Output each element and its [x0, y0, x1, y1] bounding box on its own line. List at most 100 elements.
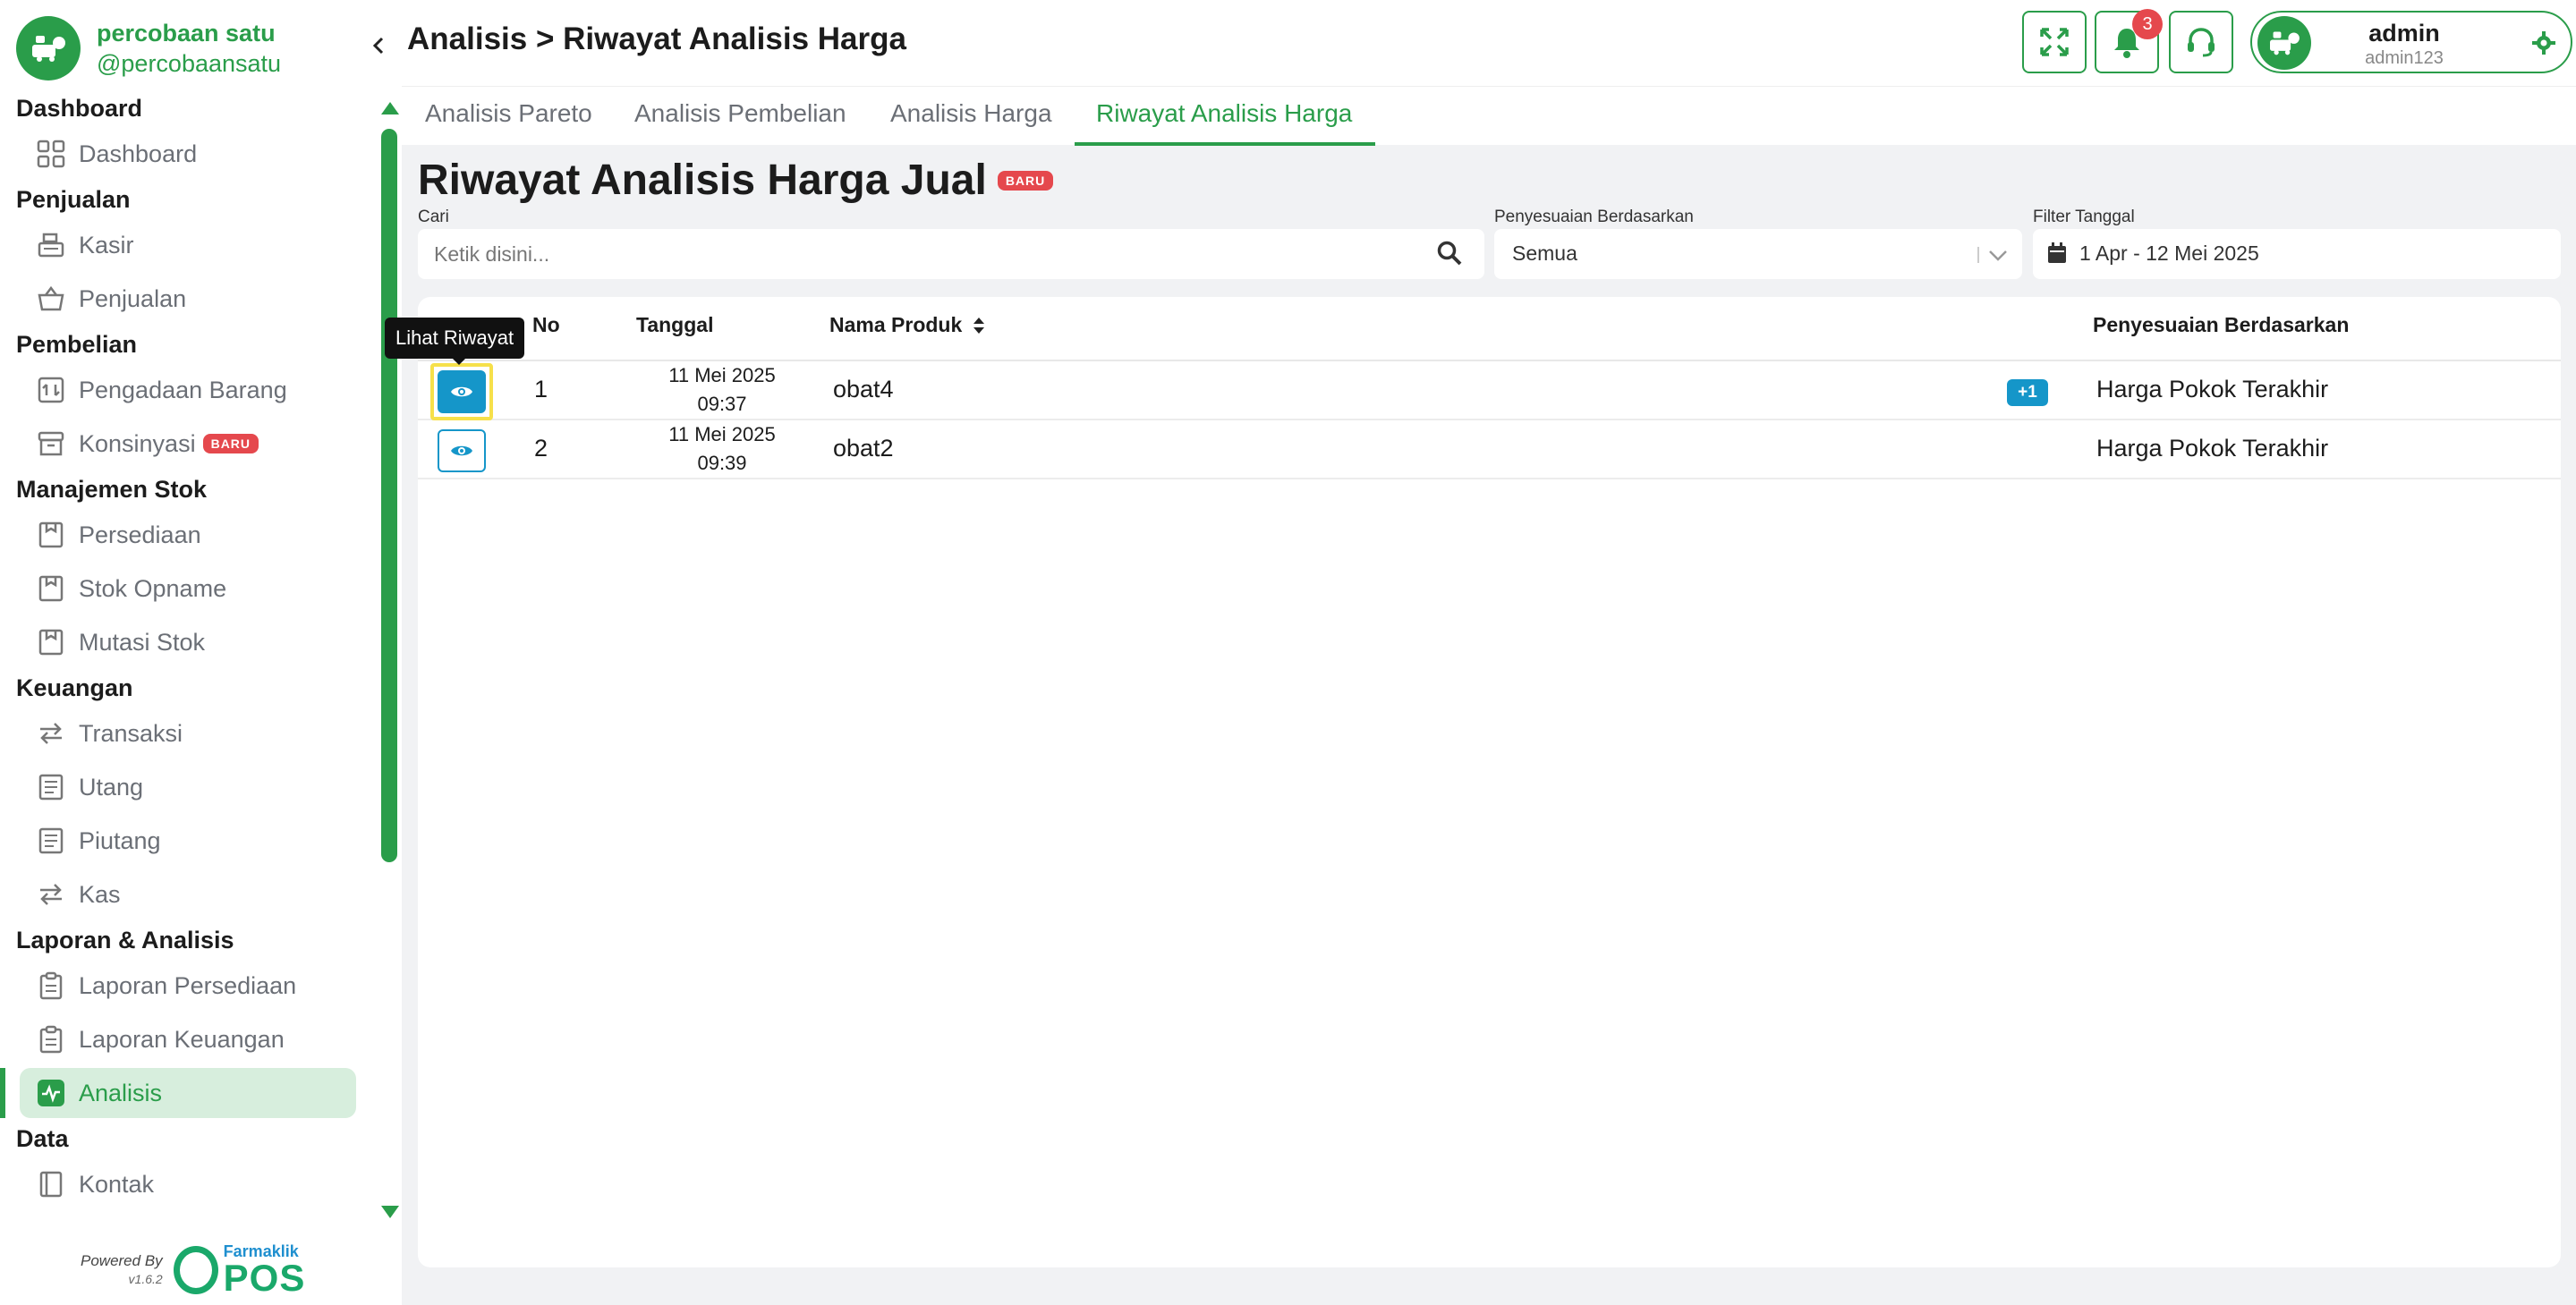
column-header-nama-produk[interactable]: Nama Produk: [829, 313, 985, 337]
sidebar-item-label: Transaksi: [79, 719, 183, 747]
farmaklik-mark-icon: [173, 1246, 218, 1294]
stock-mutation-icon: [36, 627, 66, 657]
active-indicator: [0, 1068, 5, 1118]
sidebar-item-penjualan[interactable]: Penjualan: [0, 272, 376, 326]
sidebar-item-pengadaan-barang[interactable]: Pengadaan Barang: [0, 363, 376, 417]
section-laporan-analisis: Laporan & Analisis: [16, 927, 234, 953]
new-badge: BARU: [997, 170, 1054, 191]
fullscreen-button[interactable]: [2022, 11, 2087, 73]
notifications-button[interactable]: 3: [2095, 9, 2163, 73]
search-input[interactable]: [434, 240, 1382, 268]
app-version: v1.6.2: [128, 1272, 163, 1286]
sidebar-item-stok-opname[interactable]: Stok Opname: [0, 562, 376, 615]
expand-icon: [2040, 28, 2069, 56]
headset-icon: [2188, 28, 2215, 57]
user-name: admin: [2368, 20, 2440, 47]
powered-by-label: Powered By: [81, 1252, 163, 1269]
analysis-tabs: Analisis Pareto Analisis Pembelian Anali…: [402, 86, 2576, 146]
chevron-left-icon: [372, 37, 384, 55]
sidebar-item-label: Piutang: [79, 826, 161, 854]
brand-name: percobaan satu: [97, 20, 276, 47]
eye-icon: [451, 386, 472, 397]
calendar-icon: [2047, 242, 2067, 269]
pulse-chart-icon: [36, 1078, 66, 1108]
column-header-penyesuaian: Penyesuaian Berdasarkan: [2093, 313, 2350, 336]
view-history-tooltip: Lihat Riwayat: [385, 318, 525, 359]
sidebar-item-dashboard[interactable]: Dashboard: [0, 127, 376, 181]
adjustment-label: Penyesuaian Berdasarkan: [1494, 208, 1694, 226]
gear-icon[interactable]: [2531, 30, 2556, 60]
brand: percobaan satu @percobaansatu: [16, 16, 281, 81]
sidebar-item-label: Utang: [79, 773, 144, 801]
notification-count-badge: 3: [2132, 9, 2163, 39]
sidebar-item-laporan-persediaan[interactable]: Laporan Persediaan: [0, 959, 376, 1013]
tab-riwayat-analisis-harga[interactable]: Riwayat Analisis Harga: [1096, 99, 1352, 128]
table-row: 1 11 Mei 2025 09:37 obat4 +1 Harga Pokok…: [418, 361, 2561, 420]
sidebar-item-label: Stok Opname: [79, 574, 227, 602]
search-label: Cari: [418, 208, 449, 226]
sidebar-item-kasir[interactable]: Kasir: [0, 218, 376, 272]
view-history-button[interactable]: [438, 429, 486, 472]
cash-register-icon: [36, 230, 66, 260]
support-button[interactable]: [2169, 11, 2233, 73]
page-title-text: Riwayat Analisis Harga Jual: [418, 157, 987, 204]
pos-brand-main: POS: [223, 1257, 306, 1299]
cell-date-time: 09:39: [697, 452, 747, 474]
store-logo-icon: [16, 16, 81, 81]
inventory-icon: [36, 520, 66, 550]
search-field: [418, 229, 1484, 279]
section-pembelian: Pembelian: [16, 331, 138, 358]
farmaklik-pos-logo: Farmaklik POS: [173, 1243, 306, 1299]
sidebar-item-persediaan[interactable]: Persediaan: [0, 508, 376, 562]
section-dashboard: Dashboard: [16, 95, 143, 122]
scroll-down-arrow-icon[interactable]: [381, 1206, 399, 1218]
clipboard-icon: [36, 1024, 66, 1055]
column-header-no: No: [532, 313, 560, 336]
sidebar-item-transaksi[interactable]: Transaksi: [0, 707, 376, 760]
column-header-label: Nama Produk: [829, 313, 963, 336]
section-manajemen-stok: Manajemen Stok: [16, 476, 208, 503]
more-adjustments-badge[interactable]: +1: [2007, 379, 2048, 406]
scroll-thumb[interactable]: [381, 129, 397, 862]
cell-no: 2: [534, 435, 548, 462]
sidebar-item-laporan-keuangan[interactable]: Laporan Keuangan: [0, 1013, 376, 1066]
tab-analisis-pareto[interactable]: Analisis Pareto: [425, 99, 592, 128]
receipt-icon: [36, 826, 66, 856]
user-menu[interactable]: admin admin123: [2250, 11, 2572, 73]
section-data: Data: [16, 1125, 69, 1152]
tab-analisis-harga[interactable]: Analisis Harga: [890, 99, 1052, 128]
sidebar-item-kontak[interactable]: Kontak: [0, 1157, 376, 1211]
table-row: 2 11 Mei 2025 09:39 obat2 Harga Pokok Te…: [418, 420, 2561, 479]
breadcrumb: Analisis > Riwayat Analisis Harga: [407, 21, 906, 56]
sidebar-item-utang[interactable]: Utang: [0, 760, 376, 814]
date-filter[interactable]: 1 Apr - 12 Mei 2025: [2033, 229, 2561, 279]
sidebar-item-kas[interactable]: Kas: [0, 868, 376, 921]
user-username: admin123: [2365, 48, 2444, 68]
sidebar-item-piutang[interactable]: Piutang: [0, 814, 376, 868]
new-badge: BARU: [202, 434, 259, 453]
stock-opname-icon: [36, 573, 66, 604]
sidebar-item-konsinyasi[interactable]: Konsinyasi BARU: [0, 417, 376, 470]
collapse-sidebar-button[interactable]: [367, 32, 390, 59]
sidebar-item-label: Kontak: [79, 1170, 155, 1198]
column-header-tanggal: Tanggal: [636, 313, 714, 336]
sidebar-item-mutasi-stok[interactable]: Mutasi Stok: [0, 615, 376, 669]
section-penjualan: Penjualan: [16, 186, 131, 213]
sidebar-menu: Dashboard Dashboard Penjualan Kasir Penj…: [0, 89, 376, 1211]
adjustment-select[interactable]: Semua: [1494, 229, 2022, 279]
scroll-up-arrow-icon[interactable]: [381, 102, 399, 114]
view-history-button[interactable]: [438, 370, 486, 413]
contact-book-icon: [36, 1169, 66, 1199]
cell-adjustment: Harga Pokok Terakhir: [2096, 435, 2329, 462]
cell-product: obat2: [833, 435, 894, 462]
active-tab-underline: [1075, 142, 1375, 146]
brand-handle: @percobaansatu: [97, 50, 282, 77]
search-icon[interactable]: [1436, 240, 1463, 271]
sidebar-item-label: Konsinyasi: [79, 429, 196, 457]
tab-analisis-pembelian[interactable]: Analisis Pembelian: [634, 99, 846, 128]
sidebar-scrollbar[interactable]: [378, 97, 401, 1229]
chevron-down-icon[interactable]: [1986, 243, 2010, 271]
sort-icon: [973, 317, 985, 334]
sidebar-item-analisis[interactable]: Analisis: [0, 1066, 376, 1120]
date-filter-value: 1 Apr - 12 Mei 2025: [2079, 242, 2259, 265]
